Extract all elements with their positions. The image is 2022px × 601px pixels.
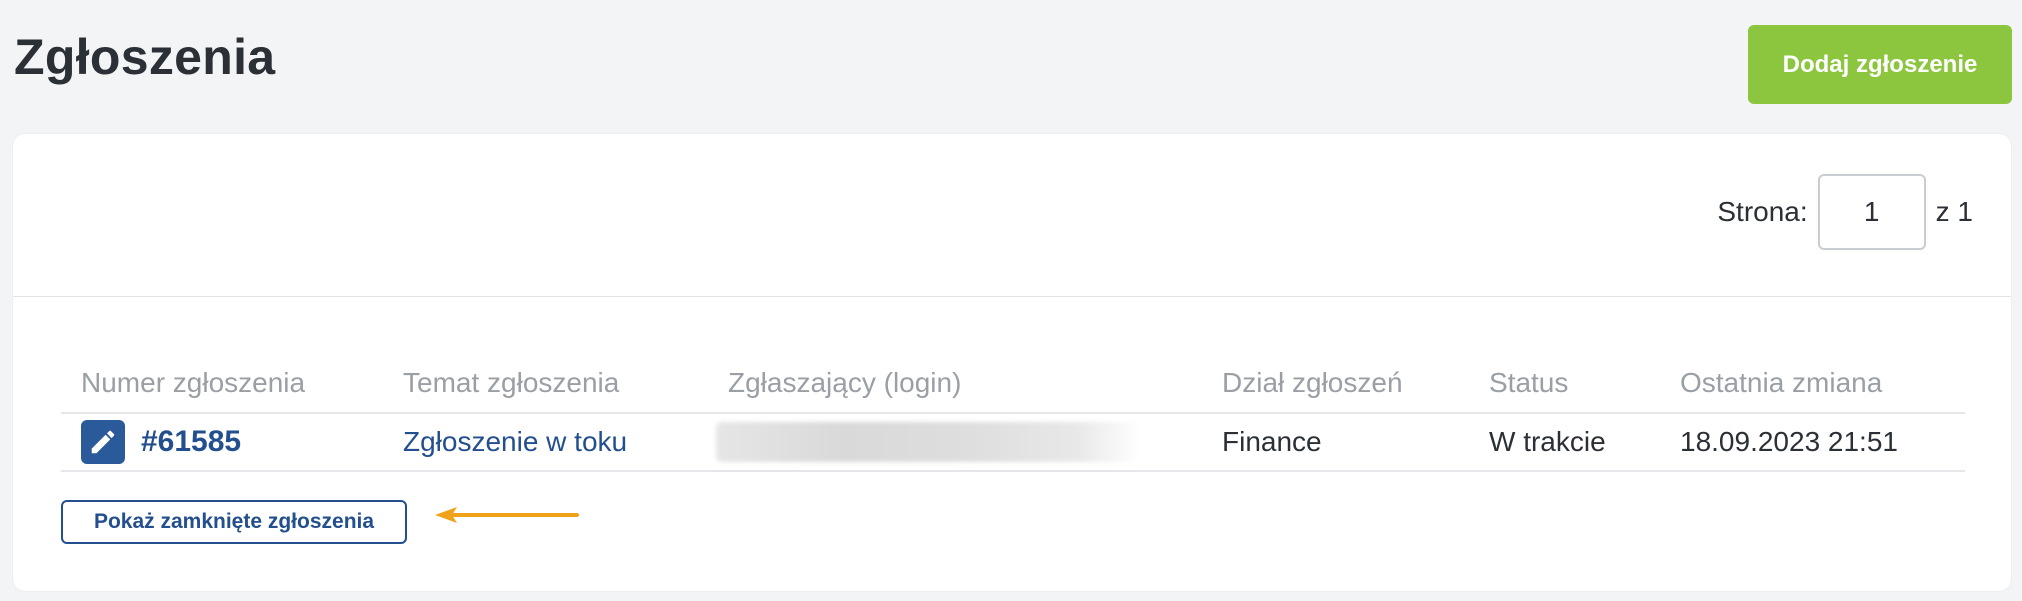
ticket-subject-link[interactable]: Zgłoszenie w toku: [403, 426, 627, 457]
pencil-icon[interactable]: [81, 420, 125, 464]
column-header-subject: Temat zgłoszenia: [383, 354, 708, 414]
page-number-input[interactable]: [1817, 174, 1926, 250]
column-header-status: Status: [1469, 354, 1660, 414]
table-header-row: Numer zgłoszenia Temat zgłoszenia Zgłasz…: [61, 354, 1965, 414]
tickets-table: Numer zgłoszenia Temat zgłoszenia Zgłasz…: [61, 354, 1965, 472]
ticket-number-cell: #61585: [61, 413, 383, 472]
show-closed-tickets-button[interactable]: Pokaż zamknięte zgłoszenia: [61, 500, 407, 544]
column-header-last-change: Ostatnia zmiana: [1660, 354, 1965, 414]
pagination: Strona: z 1: [1717, 174, 1973, 250]
column-header-number: Numer zgłoszenia: [61, 354, 383, 414]
tickets-card: Strona: z 1 Numer zgłoszenia Temat zgłos…: [13, 134, 2011, 591]
ticket-subject-cell: Zgłoszenie w toku: [383, 413, 708, 472]
column-header-requester: Zgłaszający (login): [708, 354, 1202, 414]
ticket-last-change: 18.09.2023 21:51: [1660, 413, 1965, 472]
arrow-left-icon: [435, 507, 579, 523]
card-divider: [13, 296, 2011, 297]
table-row: #61585 Zgłoszenie w toku Finance W trakc…: [61, 413, 1965, 472]
redacted-requester: [716, 422, 1140, 462]
ticket-requester-cell: [708, 413, 1202, 472]
page-label: Strona:: [1717, 196, 1808, 227]
page-total: z 1: [1935, 196, 1973, 227]
column-header-department: Dział zgłoszeń: [1202, 354, 1469, 414]
add-ticket-button[interactable]: Dodaj zgłoszenie: [1748, 25, 2012, 104]
ticket-department: Finance: [1202, 413, 1469, 472]
ticket-number-link[interactable]: #61585: [141, 425, 241, 459]
page-title: Zgłoszenia: [14, 29, 276, 85]
ticket-status: W trakcie: [1469, 413, 1660, 472]
